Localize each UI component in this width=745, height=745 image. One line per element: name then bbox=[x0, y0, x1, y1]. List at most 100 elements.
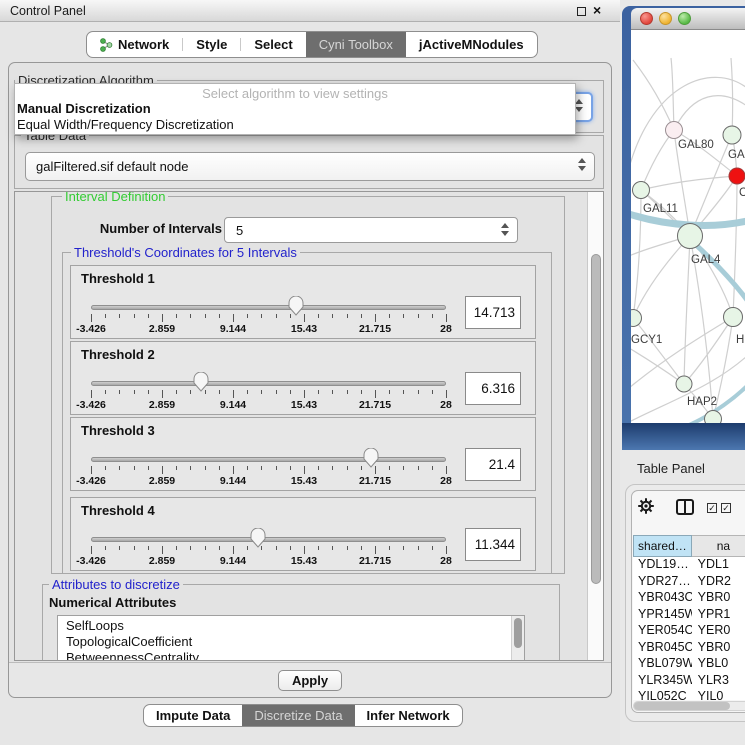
tab-network[interactable]: Network bbox=[87, 32, 182, 57]
slider-tick bbox=[162, 546, 163, 554]
threshold-value-field[interactable]: 21.4 bbox=[465, 448, 521, 481]
column-header-1[interactable]: shared… bbox=[633, 535, 692, 557]
table-row[interactable]: YIL052CYIL0 bbox=[633, 689, 745, 700]
number-of-intervals-spinner[interactable]: 5 bbox=[224, 217, 518, 243]
network-node[interactable] bbox=[723, 126, 741, 144]
settings-scroll-area: Interval Definition Number of Intervals … bbox=[14, 191, 604, 661]
network-window-titlebar[interactable] bbox=[631, 8, 745, 30]
column-header-2[interactable]: na bbox=[692, 535, 745, 557]
mac-close-button[interactable] bbox=[640, 12, 653, 25]
node-label-gcy1: GCY1 bbox=[631, 334, 662, 346]
numerical-attributes-list[interactable]: SelfLoopsTopologicalCoefficientBetweenne… bbox=[57, 615, 525, 661]
attribute-item-betweennesscentrality[interactable]: BetweennessCentrality bbox=[58, 648, 524, 661]
slider-tick bbox=[304, 466, 305, 474]
slider-thumb[interactable] bbox=[193, 372, 209, 392]
slider-tick bbox=[318, 390, 319, 394]
slider-tick bbox=[176, 466, 177, 470]
combo-arrows-icon[interactable] bbox=[575, 99, 583, 112]
slider-tick bbox=[162, 466, 163, 474]
slider-thumb[interactable] bbox=[250, 528, 266, 548]
slider-track[interactable] bbox=[91, 537, 446, 542]
list-scrollbar[interactable] bbox=[511, 616, 524, 661]
close-panel-icon[interactable]: × bbox=[593, 2, 601, 18]
algorithm-hint-item[interactable]: Select algorithm to view settings bbox=[15, 84, 575, 100]
slider-track[interactable] bbox=[91, 381, 446, 386]
horizontal-scrollbar[interactable] bbox=[633, 701, 745, 711]
gear-icon[interactable] bbox=[637, 497, 655, 515]
threshold-label: Threshold 1 bbox=[81, 271, 155, 286]
table-row[interactable]: YBR043CYBR0 bbox=[633, 590, 745, 607]
threshold-value-field[interactable]: 11.344 bbox=[465, 528, 521, 561]
slider-tick bbox=[361, 546, 362, 550]
tab-cyni-toolbox[interactable]: Cyni Toolbox bbox=[306, 32, 406, 57]
tab-select[interactable]: Select bbox=[241, 32, 305, 57]
cell-shared-name: YBL079W bbox=[633, 656, 692, 673]
network-node[interactable] bbox=[729, 168, 745, 184]
vertical-scrollbar[interactable] bbox=[587, 192, 603, 660]
tab-style[interactable]: Style bbox=[183, 32, 240, 57]
mac-minimize-button[interactable] bbox=[659, 12, 672, 25]
slider-tick bbox=[276, 314, 277, 318]
network-node[interactable] bbox=[705, 411, 722, 424]
network-edge bbox=[641, 130, 674, 190]
float-panel-icon[interactable] bbox=[577, 7, 586, 16]
algorithm-item-equal-width[interactable]: Equal Width/Frequency Discretization bbox=[15, 116, 575, 132]
table-row[interactable]: YDL19…YDL1 bbox=[633, 557, 745, 574]
network-canvas[interactable]: GAL80GACGAL11GAL4GCY1HHAP2 bbox=[631, 30, 745, 423]
slider-track[interactable] bbox=[91, 457, 446, 462]
slider-tick bbox=[332, 390, 333, 394]
slider-tick bbox=[134, 546, 135, 550]
table-row[interactable]: YBL079WYBL0 bbox=[633, 656, 745, 673]
network-edge bbox=[733, 176, 737, 317]
slider-thumb[interactable] bbox=[363, 448, 379, 468]
slider-tick-label: 2.859 bbox=[149, 555, 175, 567]
vertical-scrollbar-thumb[interactable] bbox=[591, 254, 601, 584]
slider-tick bbox=[276, 546, 277, 550]
split-panel-icon[interactable] bbox=[676, 499, 694, 515]
network-node[interactable] bbox=[676, 376, 692, 392]
slider-tick bbox=[418, 390, 419, 394]
horizontal-scrollbar-thumb[interactable] bbox=[634, 702, 730, 710]
slider-tick bbox=[446, 546, 447, 554]
network-node[interactable] bbox=[633, 182, 650, 199]
apply-button[interactable]: Apply bbox=[278, 670, 342, 691]
attribute-item-selfloops[interactable]: SelfLoops bbox=[58, 616, 524, 632]
tab-discretize-data[interactable]: Discretize Data bbox=[242, 705, 354, 726]
tab-label: Infer Network bbox=[367, 708, 450, 723]
slider-tick bbox=[190, 546, 191, 550]
cell-name: YDR2 bbox=[692, 574, 745, 591]
slider-tick bbox=[446, 466, 447, 474]
tab-infer-network[interactable]: Infer Network bbox=[355, 705, 462, 726]
network-node[interactable] bbox=[724, 308, 743, 327]
network-node[interactable] bbox=[631, 310, 642, 327]
algorithm-item-manual[interactable]: Manual Discretization bbox=[15, 100, 575, 116]
table-row[interactable]: YLR345WYLR3 bbox=[633, 673, 745, 690]
threshold-value-field[interactable]: 6.316 bbox=[465, 372, 521, 405]
spinner-arrows-icon[interactable] bbox=[501, 223, 509, 236]
mac-zoom-button[interactable] bbox=[678, 12, 691, 25]
tab-label: Network bbox=[118, 37, 169, 52]
table-row[interactable]: YBR045CYBR0 bbox=[633, 640, 745, 657]
tab-jactivemnodules[interactable]: jActiveMNodules bbox=[406, 32, 537, 57]
network-node[interactable] bbox=[666, 122, 683, 139]
attributes-group-label: Attributes to discretize bbox=[49, 577, 183, 592]
table-row[interactable]: YDR27…YDR2 bbox=[633, 574, 745, 591]
slider-track[interactable] bbox=[91, 305, 446, 310]
combo-arrows-icon[interactable] bbox=[578, 158, 586, 171]
checkbox-icon[interactable]: ✓ bbox=[707, 503, 717, 513]
tab-impute-data[interactable]: Impute Data bbox=[144, 705, 242, 726]
list-scrollbar-thumb[interactable] bbox=[514, 618, 522, 648]
network-edge bbox=[641, 176, 737, 190]
network-node[interactable] bbox=[678, 224, 703, 249]
table-data-combobox[interactable]: galFiltered.sif default node bbox=[25, 152, 595, 181]
slider-tick bbox=[375, 314, 376, 322]
attribute-item-topologicalcoefficient[interactable]: TopologicalCoefficient bbox=[58, 632, 524, 648]
slider-tick bbox=[105, 546, 106, 550]
checkbox-icon[interactable]: ✓ bbox=[721, 503, 731, 513]
table-row[interactable]: YPR145WYPR1 bbox=[633, 607, 745, 624]
table-row[interactable]: YER054CYER0 bbox=[633, 623, 745, 640]
slider-tick bbox=[304, 546, 305, 554]
threshold-value-field[interactable]: 14.713 bbox=[465, 296, 521, 329]
slider-tick bbox=[432, 390, 433, 394]
slider-thumb[interactable] bbox=[288, 296, 304, 316]
